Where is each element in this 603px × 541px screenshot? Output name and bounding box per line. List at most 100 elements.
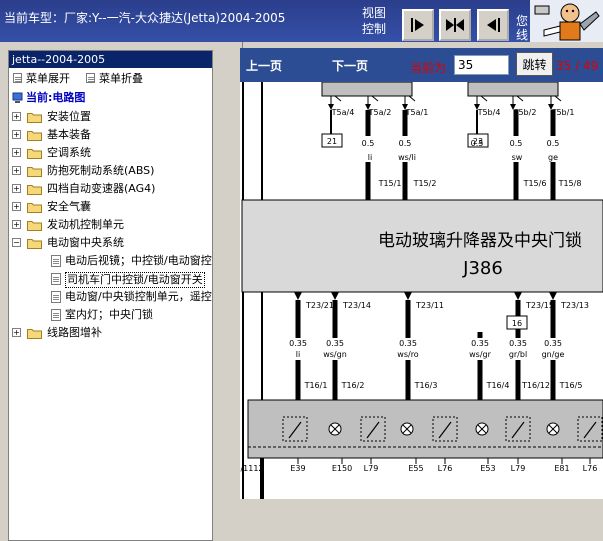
wire-color: gn/ge xyxy=(542,350,565,359)
wire-size: 0.35 xyxy=(544,339,562,348)
connector-label: T15/8 xyxy=(558,179,582,188)
expand-plus-icon[interactable]: + xyxy=(12,130,21,139)
document-icon xyxy=(51,291,61,303)
mechanic-logo-icon xyxy=(530,0,603,42)
pin-label: T5b/4 xyxy=(477,108,501,117)
tree-item-label: 空调系统 xyxy=(47,146,91,159)
wire-color: ge xyxy=(548,153,558,162)
tree-item-label: 电动窗中央系统 xyxy=(47,236,124,249)
page-count: 35 / 49 xyxy=(556,59,599,73)
expand-plus-icon[interactable]: + xyxy=(12,328,21,337)
jump-button[interactable]: 跳转 xyxy=(516,52,553,76)
tree-item[interactable]: + 安全气囊 xyxy=(9,198,212,216)
wire-size: 0.5 xyxy=(362,139,375,148)
wire-size: 0.5 xyxy=(471,139,484,148)
pin-label: T5a/4 xyxy=(331,108,355,117)
expand-plus-icon[interactable]: + xyxy=(12,148,21,157)
menu-icon xyxy=(13,73,22,83)
tree-item[interactable]: + 发动机控制单元 xyxy=(9,216,212,234)
view-right-button[interactable] xyxy=(402,9,434,41)
tree-subitem-selected[interactable]: 司机车门中控锁/电动窗开关 xyxy=(9,270,212,288)
pin-label: T23/13 xyxy=(560,301,589,310)
current-node-label: 当前:电路图 xyxy=(26,89,85,107)
next-page-link[interactable]: 下一页 xyxy=(332,57,368,74)
arrows-fit-icon xyxy=(446,18,464,32)
wiring-diagram: T5a/4 T5a/2 T5a/1 T5b/4 T5b/2 T5b/121 230.5 0.5… xyxy=(240,82,603,499)
tree-item-label: 防抱死制动系统(ABS) xyxy=(47,164,155,177)
expand-plus-icon[interactable]: + xyxy=(12,112,21,121)
tree-item-label: 基本装备 xyxy=(47,128,91,141)
tree-subitem[interactable]: 电动后视镜；中控锁/电动窗控 xyxy=(9,252,212,270)
menu-icon xyxy=(86,73,95,83)
component-code: E39 xyxy=(290,464,305,473)
pin-label: T5a/1 xyxy=(405,108,429,117)
top-component xyxy=(321,82,413,97)
component-code: L76 xyxy=(583,464,598,473)
control-unit-code: J386 xyxy=(462,258,503,279)
wire-color: sw xyxy=(512,153,523,162)
view-left-button[interactable] xyxy=(477,9,509,41)
prev-page-link[interactable]: 上一页 xyxy=(246,57,282,74)
computer-icon xyxy=(12,92,23,103)
ref-box-label: 16 xyxy=(512,319,522,328)
pin-label: T23/11 xyxy=(415,301,444,310)
tree-item[interactable]: + 安装位置 xyxy=(9,108,212,126)
expand-plus-icon[interactable]: + xyxy=(12,220,21,229)
wire-size: 0.35 xyxy=(471,339,489,348)
page-nav-bar: 上一页 下一页 当前为 跳转 35 / 49 xyxy=(240,48,603,82)
expand-plus-icon[interactable]: + xyxy=(12,166,21,175)
tree-current-node[interactable]: 当前:电路图 xyxy=(9,88,212,108)
tree-item[interactable]: + 防抱死制动系统(ABS) xyxy=(9,162,212,180)
wire-color: ws/gr xyxy=(469,350,491,359)
tree-header: jetta--2004-2005 xyxy=(9,51,212,68)
wire-color: ws/gn xyxy=(323,350,347,359)
tree-item[interactable]: + 基本装备 xyxy=(9,126,212,144)
tree-item[interactable]: − 电动窗中央系统 xyxy=(9,234,212,252)
component-code: E55 xyxy=(408,464,423,473)
tree-view: jetta--2004-2005 菜单展开 菜单折叠 当前:电路图 + 安装位置 +… xyxy=(8,50,213,541)
tree-item-label: 安全气囊 xyxy=(47,200,91,213)
pin-label: T23/21 xyxy=(305,301,334,310)
folder-icon xyxy=(27,203,42,213)
page-number-input[interactable] xyxy=(454,55,509,75)
expand-plus-icon[interactable]: + xyxy=(12,184,21,193)
view-control-line1: 视图 xyxy=(362,6,387,20)
wire-color: li xyxy=(368,153,372,162)
view-fit-button[interactable] xyxy=(439,9,471,41)
current-page-label: 当前为 xyxy=(410,61,447,75)
connector-label: T16/12 xyxy=(521,381,550,390)
wire-color: gr/bl xyxy=(509,350,527,359)
current-value: 电路图 xyxy=(52,91,86,104)
wire-size: 0.5 xyxy=(510,139,523,148)
collapse-minus-icon[interactable]: − xyxy=(12,238,21,247)
folder-icon xyxy=(27,113,42,123)
component-code: L76 xyxy=(438,464,453,473)
connector-label: T15/2 xyxy=(413,179,437,188)
tree-subitem[interactable]: 室内灯；中央门锁 xyxy=(9,306,212,324)
current-prefix: 当前: xyxy=(26,91,53,104)
tree-subitems: 电动后视镜；中控锁/电动窗控司机车门中控锁/电动窗开关 电动窗/中央锁控制单元，遥… xyxy=(9,252,212,324)
wire-size: 0.35 xyxy=(289,339,307,348)
wire-size: 0.5 xyxy=(547,139,560,148)
tree-item[interactable]: + 四档自动变速器(AG4) xyxy=(9,180,212,198)
connector-label: T16/5 xyxy=(559,381,583,390)
tree-item[interactable]: + 空调系统 xyxy=(9,144,212,162)
expand-all-link[interactable]: 菜单展开 xyxy=(26,70,70,86)
collapse-all-link[interactable]: 菜单折叠 xyxy=(99,70,143,86)
tree-subitem[interactable]: 电动窗/中央锁控制单元，遥控 xyxy=(9,288,212,306)
component-code: E53 xyxy=(480,464,495,473)
document-icon xyxy=(51,309,61,321)
tree-item-supplement[interactable]: + 线路图增补 xyxy=(9,324,212,342)
tree-subitem-label: 电动后视镜；中控锁/电动窗控 xyxy=(65,254,212,267)
component-code: E150 xyxy=(332,464,352,473)
expand-plus-icon[interactable]: + xyxy=(12,202,21,211)
connector-label: T15/6 xyxy=(523,179,547,188)
view-control-line2: 控制 xyxy=(362,22,387,36)
ref-box-label: 21 xyxy=(327,137,337,146)
folder-icon xyxy=(27,329,42,339)
tree-toolbar: 菜单展开 菜单折叠 xyxy=(9,68,212,88)
pin-label: T23/14 xyxy=(342,301,371,310)
folder-icon xyxy=(27,239,42,249)
component-code: L79 xyxy=(364,464,379,473)
control-unit-title: 电动玻璃升降器及中央门锁 xyxy=(378,231,582,251)
